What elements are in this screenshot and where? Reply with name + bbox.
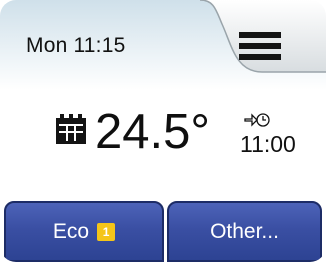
eco-button[interactable]: Eco 1 bbox=[4, 201, 164, 262]
clock-schedule-icon bbox=[244, 111, 270, 131]
other-label: Other... bbox=[210, 219, 279, 243]
current-datetime: Mon 11:15 bbox=[26, 34, 126, 57]
eco-label: Eco bbox=[52, 219, 90, 243]
current-temperature: 24.5° bbox=[95, 105, 210, 159]
calendar-icon bbox=[56, 114, 86, 144]
next-change-time: 11:00 bbox=[240, 131, 296, 157]
eco-badge: 1 bbox=[97, 222, 116, 241]
thermostat-screen: Mon 11:15 24.5° 11:00 Eco 1 Other... bbox=[0, 0, 326, 262]
menu-button[interactable] bbox=[235, 24, 295, 68]
other-button[interactable]: Other... bbox=[167, 201, 322, 262]
